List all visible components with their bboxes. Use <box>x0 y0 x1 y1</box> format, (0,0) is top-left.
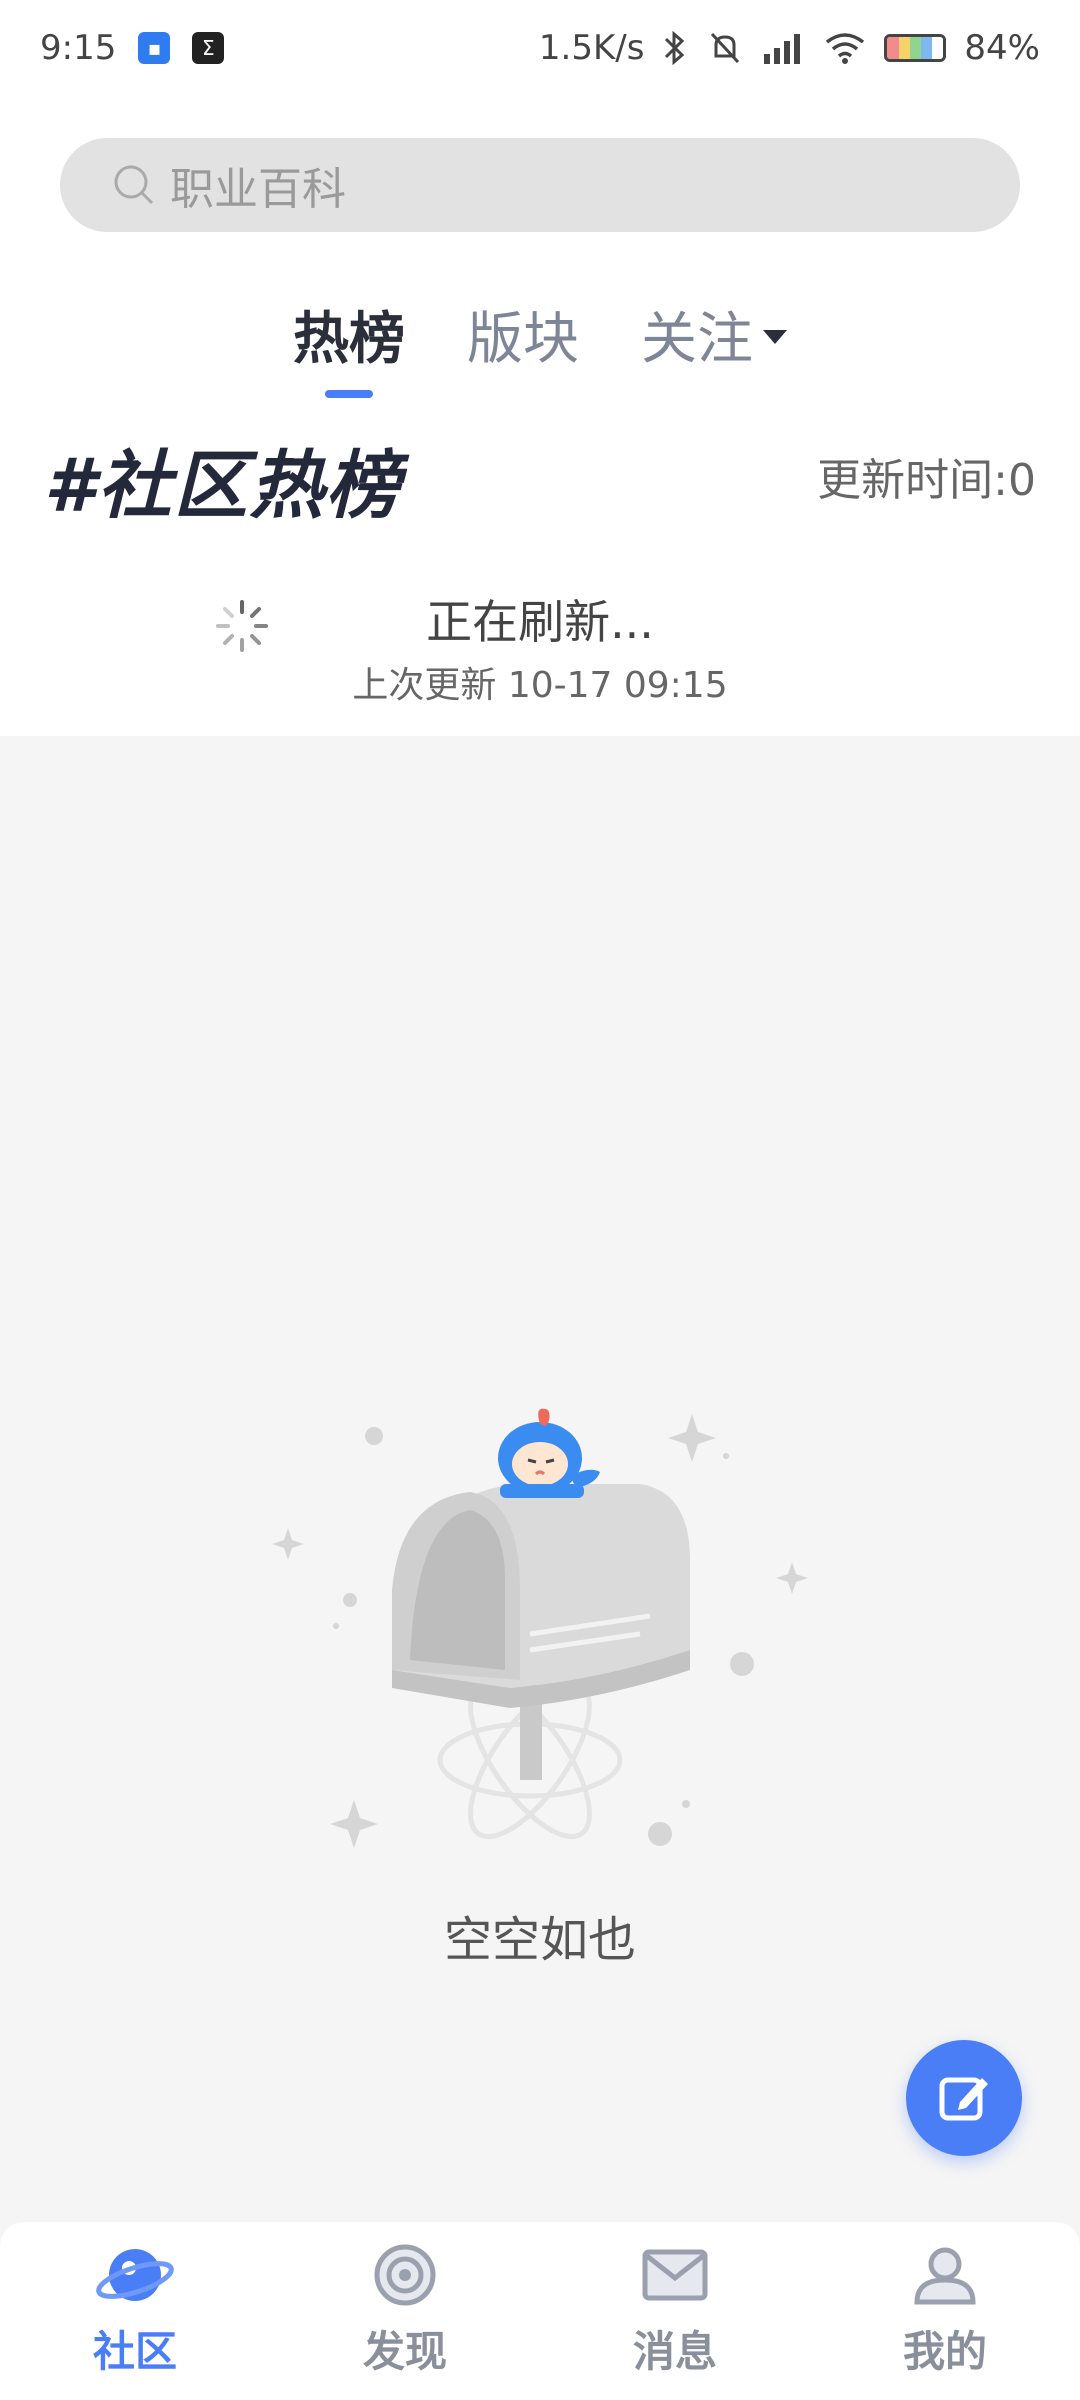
tab-bar: 热榜 版块 关注 <box>0 274 1080 394</box>
wifi-icon <box>826 33 865 64</box>
nav-discover-label: 发现 <box>362 2327 447 2376</box>
notification-app-icon: ▪ <box>138 32 171 64</box>
nav-community[interactable]: 社区 <box>0 2222 270 2400</box>
status-bar: 9:15 ▪ Σ 1.5K/s 84% <box>0 0 1080 96</box>
nav-messages[interactable]: 消息 <box>540 2222 810 2400</box>
bottom-nav: 社区 发现 消息 我的 <box>0 2222 1080 2400</box>
dropdown-caret-icon <box>763 330 787 344</box>
battery-level: 84% <box>964 28 1040 68</box>
mute-icon <box>711 32 740 64</box>
signal-icon <box>764 34 801 64</box>
search-bar[interactable]: 职业百科 <box>60 138 1020 232</box>
status-time: 9:15 <box>40 28 117 68</box>
target-icon <box>374 2244 436 2306</box>
section-title: #社区热榜 <box>44 443 402 529</box>
sigma-app-icon: Σ <box>192 32 225 64</box>
nav-discover[interactable]: 发现 <box>270 2222 540 2400</box>
refresh-status: 正在刷新... <box>426 595 654 649</box>
tab-follow[interactable]: 关注 <box>641 284 787 384</box>
nav-community-label: 社区 <box>92 2327 177 2376</box>
network-speed: 1.5K/s <box>538 28 645 68</box>
tab-boards-label: 版块 <box>467 306 579 372</box>
nav-me[interactable]: 我的 <box>810 2222 1080 2400</box>
tab-boards[interactable]: 版块 <box>467 284 579 384</box>
bluetooth-icon <box>665 30 685 66</box>
search-icon <box>114 165 154 205</box>
empty-state-text: 空空如也 <box>443 1912 636 1968</box>
tab-hot-label: 热榜 <box>293 306 405 372</box>
empty-mailbox-illustration <box>272 1408 808 1848</box>
update-time: 更新时间:0 <box>817 455 1036 506</box>
nav-me-label: 我的 <box>902 2327 987 2376</box>
tab-hot[interactable]: 热榜 <box>293 284 405 384</box>
header: 职业百科 热榜 版块 关注 #社区热榜 更新时间:0 正在刷新... 上次更新 … <box>0 96 1080 736</box>
planet-icon <box>96 2249 174 2301</box>
edit-icon <box>939 2077 988 2121</box>
search-placeholder: 职业百科 <box>170 164 346 215</box>
mail-icon <box>642 2249 708 2301</box>
compose-post-button[interactable] <box>906 2040 1022 2156</box>
pull-refresh-indicator: 正在刷新... 上次更新 10-17 09:15 <box>0 576 1080 726</box>
tab-follow-label: 关注 <box>641 306 753 372</box>
battery-icon <box>884 34 947 62</box>
last-update: 上次更新 10-17 09:15 <box>352 665 728 706</box>
user-icon <box>914 2247 976 2305</box>
nav-messages-label: 消息 <box>632 2327 717 2376</box>
